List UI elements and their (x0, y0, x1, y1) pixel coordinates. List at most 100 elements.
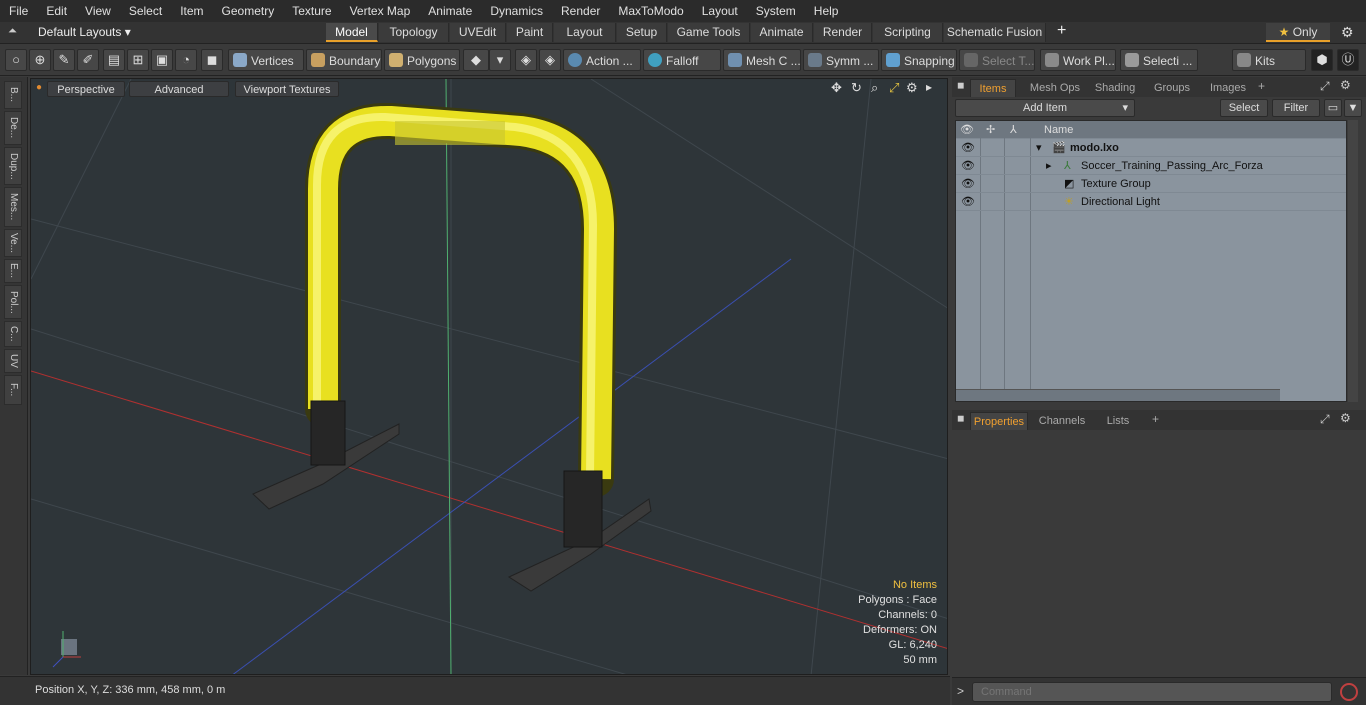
menu-texture[interactable]: Texture (283, 0, 340, 22)
menu-help[interactable]: Help (805, 0, 848, 22)
unity-icon[interactable]: ⬢ (1311, 49, 1333, 71)
list-item[interactable]: 👁 ▾ 🎬 modo.lxo (956, 139, 1346, 157)
menu-maxtomodo[interactable]: MaxToModo (609, 0, 692, 22)
command-input[interactable] (972, 682, 1332, 702)
tab-images[interactable]: Images (1202, 79, 1254, 97)
tab-curve[interactable]: C... (4, 321, 22, 347)
add-item-button[interactable]: Add Item ▾ (955, 99, 1135, 117)
tab-items[interactable]: Items (970, 79, 1016, 97)
tab-setup[interactable]: Setup (617, 23, 667, 42)
vertices-button[interactable]: Vertices (228, 49, 304, 71)
item-mode-icon[interactable]: ◼ (201, 49, 223, 71)
list-item[interactable]: 👁 ☀ Directional Light (956, 193, 1346, 211)
kits-button[interactable]: Kits (1232, 49, 1306, 71)
menu-system[interactable]: System (747, 0, 805, 22)
select-through-button[interactable]: Select T... (959, 49, 1035, 71)
work-plane-button[interactable]: Work Pl... (1040, 49, 1116, 71)
horizontal-scrollbar[interactable] (956, 389, 1280, 401)
menu-render[interactable]: Render (552, 0, 609, 22)
shading-dropdown[interactable]: Advanced (129, 81, 229, 97)
tab-deform[interactable]: De... (4, 111, 22, 145)
tab-layout[interactable]: Layout (554, 23, 616, 42)
menu-view[interactable]: View (76, 0, 120, 22)
polygons-button[interactable]: Polygons (384, 49, 460, 71)
tab-render[interactable]: Render (814, 23, 872, 42)
tab-duplicate[interactable]: Dup... (4, 147, 22, 185)
unreal-icon[interactable]: Ⓤ (1337, 49, 1359, 71)
tab-lists[interactable]: Lists (1098, 412, 1138, 430)
menu-vertex-map[interactable]: Vertex Map (341, 0, 420, 22)
move-view-icon[interactable]: ✥ (831, 80, 842, 96)
tab-scripting[interactable]: Scripting (873, 23, 943, 42)
record-icon[interactable] (1340, 683, 1358, 701)
chevron-down-icon[interactable]: ▾ (489, 49, 511, 71)
snap-grid-icon[interactable]: ⊞ (127, 49, 149, 71)
filter-button[interactable]: Filter (1272, 99, 1320, 117)
zoom-view-icon[interactable]: ⌕ (871, 80, 878, 96)
pen-icon[interactable]: ✎ (53, 49, 75, 71)
mesh-constraints-button[interactable]: Mesh C ... (723, 49, 801, 71)
symmetry-button[interactable]: Symm ... (803, 49, 879, 71)
perspective-dropdown[interactable]: Perspective (47, 81, 125, 97)
add-tab-button[interactable]: + (1057, 22, 1066, 40)
panel-gear-icon[interactable]: ⚙ (1340, 411, 1351, 425)
tab-topology[interactable]: Topology (379, 23, 449, 42)
tab-vertex[interactable]: Ve... (4, 229, 22, 257)
tab-uv[interactable]: UV (4, 349, 22, 373)
action-center-button[interactable]: Action ... (563, 49, 641, 71)
symmetry-x-icon[interactable]: ◈ (515, 49, 537, 71)
add-panel-tab-button[interactable]: + (1152, 412, 1159, 426)
rotate-view-icon[interactable]: ↻ (851, 80, 862, 96)
menu-file[interactable]: File (0, 0, 37, 22)
viewport-expand-icon[interactable]: ▸ (926, 80, 932, 94)
viewport-settings-icon[interactable]: ⚙ (906, 80, 918, 96)
eye-icon[interactable]: 👁 (961, 175, 975, 193)
menu-edit[interactable]: Edit (37, 0, 76, 22)
list-item[interactable]: 👁 ▸ ⅄ Soccer_Training_Passing_Arc_Forza (956, 157, 1346, 175)
fit-view-icon[interactable]: ⤢ (889, 80, 899, 96)
tab-groups[interactable]: Groups (1146, 79, 1198, 97)
add-panel-tab-button[interactable]: + (1258, 79, 1265, 93)
eye-icon[interactable]: 👁 (961, 157, 975, 175)
tab-properties[interactable]: Properties (970, 412, 1028, 430)
gear-icon[interactable]: ⚙ (1341, 24, 1354, 41)
selection-sets-button[interactable]: Selecti ... (1120, 49, 1198, 71)
globe-icon[interactable]: ⊕ (29, 49, 51, 71)
menu-dynamics[interactable]: Dynamics (481, 0, 552, 22)
tab-basic[interactable]: B... (4, 81, 22, 109)
eye-icon[interactable]: 👁 (961, 193, 975, 211)
panel-gear-icon[interactable]: ⚙ (1340, 78, 1351, 92)
menu-select[interactable]: Select (120, 0, 171, 22)
tab-shading[interactable]: Shading (1088, 79, 1142, 97)
brush-icon[interactable]: ✐ (77, 49, 99, 71)
select-button[interactable]: Select (1220, 99, 1268, 117)
viewport-textures-dropdown[interactable]: Viewport Textures (235, 81, 339, 97)
tab-model[interactable]: Model (326, 23, 378, 42)
tab-mesh-ops[interactable]: Mesh Ops (1024, 79, 1086, 97)
falloff-button[interactable]: Falloff (643, 49, 721, 71)
tab-paint[interactable]: Paint (507, 23, 553, 42)
expand-arrow-icon[interactable]: ▸ (1046, 157, 1052, 175)
menu-item[interactable]: Item (171, 0, 212, 22)
menu-animate[interactable]: Animate (419, 0, 481, 22)
shield-icon[interactable]: ◈ (539, 49, 561, 71)
tab-channels[interactable]: Channels (1034, 412, 1090, 430)
eye-icon[interactable]: 👁 (961, 139, 975, 157)
panel-menu-icon[interactable]: ◼ (957, 80, 964, 91)
circle-select-icon[interactable]: ○ (5, 49, 27, 71)
tab-game-tools[interactable]: Game Tools (668, 23, 750, 42)
clock-icon[interactable]: ◔ (175, 49, 197, 71)
3d-viewport[interactable]: ● Perspective Advanced Viewport Textures… (30, 78, 948, 675)
list-item[interactable]: 👁 ◩ Texture Group (956, 175, 1346, 193)
snapping-button[interactable]: Snapping (881, 49, 957, 71)
align-icon[interactable]: ▤ (103, 49, 125, 71)
expand-arrow-icon[interactable]: ▾ (1036, 139, 1042, 157)
maximize-icon[interactable]: ⤢ (1320, 412, 1330, 427)
collapse-all-icon[interactable]: ▭ (1324, 99, 1342, 117)
default-layouts-dropdown[interactable]: Default Layouts ▾ (38, 25, 131, 39)
tab-schematic-fusion[interactable]: Schematic Fusion (944, 23, 1046, 42)
menu-layout[interactable]: Layout (693, 0, 747, 22)
tab-animate[interactable]: Animate (751, 23, 813, 42)
collapse-icon[interactable]: ⏶ (8, 25, 17, 38)
tab-uvedit[interactable]: UVEdit (450, 23, 506, 42)
